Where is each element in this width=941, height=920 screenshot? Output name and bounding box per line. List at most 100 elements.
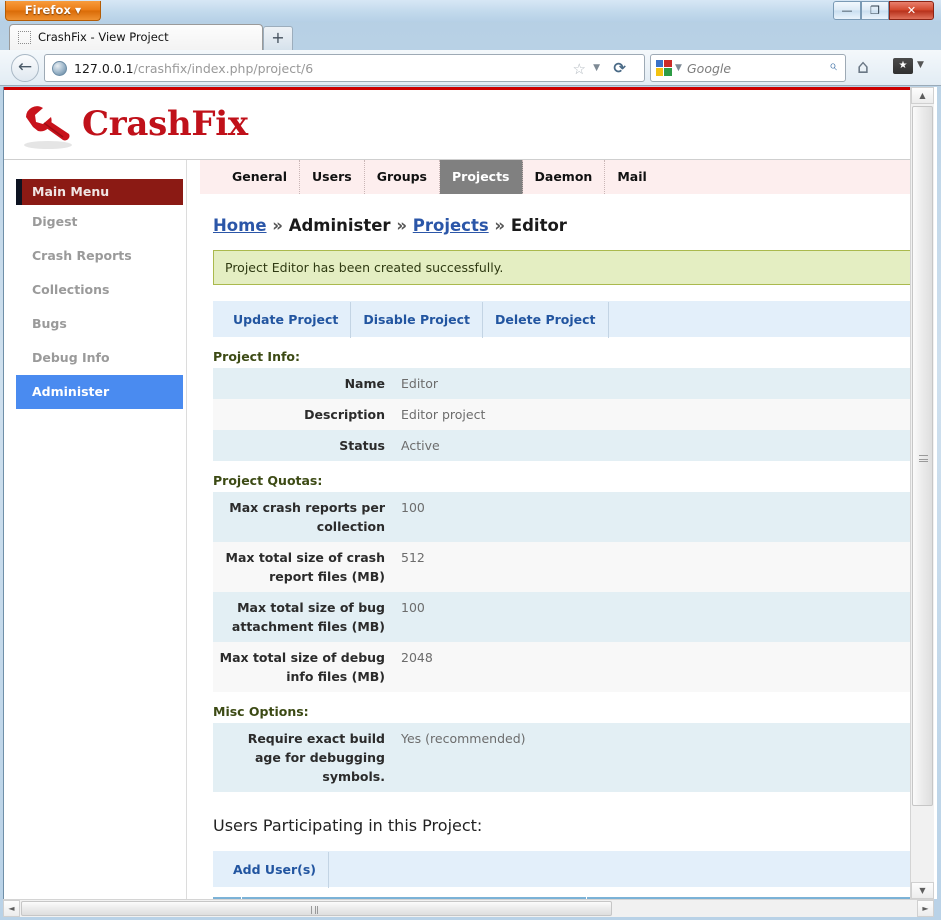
favicon-placeholder-icon (18, 31, 31, 44)
row-value: Yes (recommended) (401, 731, 526, 746)
sidebar-header: Main Menu (16, 179, 183, 205)
reload-icon[interactable]: ⟳ (613, 59, 626, 77)
sidebar-item-bugs[interactable]: Bugs (16, 307, 183, 341)
address-bar-url: 127.0.0.1/crashfix/index.php/project/6 (74, 55, 313, 81)
chevron-down-icon[interactable]: ▼ (917, 60, 924, 70)
horizontal-scrollbar[interactable]: ◄ ► (3, 899, 934, 917)
sidebar-item-debug-info[interactable]: Debug Info (16, 341, 183, 375)
back-button[interactable]: ← (11, 54, 39, 82)
url-path: /crashfix/index.php/project/6 (133, 61, 314, 76)
search-input-placeholder: Google (687, 61, 732, 76)
row-value: 512 (401, 550, 425, 565)
search-bar[interactable]: ▼ Google ⌕ (650, 54, 846, 82)
disable-project-button[interactable]: Disable Project (351, 302, 484, 338)
table-row: Require exact build age for debugging sy… (213, 723, 924, 792)
site-header: CrashFix (4, 90, 910, 160)
row-value: Active (401, 438, 440, 453)
row-label: Max total size of debug info files (MB) (219, 650, 385, 684)
delete-project-button[interactable]: Delete Project (483, 302, 609, 338)
scrollbar-grip-icon (919, 455, 928, 462)
table-row: Max crash reports per collection 100 (213, 492, 924, 542)
row-value: Editor (401, 376, 438, 391)
project-quotas-table: Max crash reports per collection 100 Max… (213, 492, 924, 692)
window-close-button[interactable]: ✕ (889, 1, 934, 20)
row-label: Max total size of crash report files (MB… (225, 550, 385, 584)
breadcrumb-separator: » (272, 216, 283, 235)
browser-tabstrip: CrashFix - View Project + (0, 22, 941, 50)
tab-projects[interactable]: Projects (440, 160, 523, 194)
flash-success-message: Project Editor has been created successf… (213, 250, 924, 285)
admin-tab-bar: General Users Groups Projects Daemon Mail (200, 160, 911, 194)
browser-tab[interactable]: CrashFix - View Project (9, 24, 263, 50)
breadcrumb: Home » Administer » Projects » Editor (213, 216, 910, 235)
project-action-bar: Update Project Disable Project Delete Proj… (213, 301, 924, 338)
project-quotas-title: Project Quotas: (213, 473, 323, 488)
window-maximize-button[interactable]: ❐ (861, 1, 889, 20)
users-action-bar: Add User(s) (213, 851, 924, 888)
scroll-down-arrow-icon[interactable]: ▼ (911, 882, 934, 899)
row-label: Description (304, 407, 385, 422)
row-label: Max total size of bug attachment files (… (231, 600, 385, 634)
bookmarks-icon[interactable]: ★ (893, 58, 913, 74)
chevron-down-icon: ▼ (75, 6, 82, 15)
sidebar-item-administer[interactable]: Administer (16, 375, 183, 409)
row-label: Max crash reports per collection (229, 500, 385, 534)
row-label: Name (344, 376, 385, 391)
search-icon[interactable]: ⌕ (829, 58, 837, 74)
page-viewport: CrashFix Main Menu Digest Crash Reports … (3, 87, 937, 899)
project-info-table: Name Editor Description Editor project S… (213, 368, 924, 461)
tab-groups[interactable]: Groups (365, 160, 440, 194)
home-icon[interactable]: ⌂ (857, 56, 869, 78)
tab-users[interactable]: Users (300, 160, 365, 194)
table-row: Name Editor (213, 368, 924, 399)
bookmark-star-icon[interactable]: ☆ (573, 60, 586, 78)
breadcrumb-administer: Administer (288, 216, 391, 235)
window-titlebar: Firefox ▼ — ❐ ✕ (0, 0, 941, 22)
browser-window: Firefox ▼ — ❐ ✕ CrashFix - View Project +… (0, 0, 941, 920)
breadcrumb-current: Editor (510, 216, 567, 235)
project-info-title: Project Info: (213, 349, 300, 364)
scroll-left-arrow-icon[interactable]: ◄ (3, 900, 20, 917)
update-project-button[interactable]: Update Project (233, 302, 352, 338)
breadcrumb-link-home[interactable]: Home (213, 216, 267, 235)
add-users-button[interactable]: Add User(s) (233, 852, 330, 888)
address-bar[interactable]: 127.0.0.1/crashfix/index.php/project/6 ☆… (44, 54, 645, 82)
table-row: Max total size of crash report files (MB… (213, 542, 924, 592)
globe-icon (52, 61, 67, 76)
wrench-logo-icon (24, 106, 72, 149)
table-row: Description Editor project (213, 399, 924, 430)
firefox-app-menu-button[interactable]: Firefox ▼ (5, 1, 101, 21)
site-brand-name: CrashFix (82, 104, 248, 144)
google-logo-icon (656, 60, 672, 76)
misc-options-table: Require exact build age for debugging sy… (213, 723, 924, 792)
row-label: Require exact build age for debugging sy… (247, 731, 385, 784)
sidebar-item-digest[interactable]: Digest (16, 205, 183, 239)
misc-options-title: Misc Options: (213, 704, 309, 719)
horizontal-scrollbar-thumb[interactable] (21, 901, 612, 916)
vertical-scrollbar-thumb[interactable] (912, 106, 933, 806)
window-minimize-button[interactable]: — (833, 1, 861, 20)
sidebar-item-collections[interactable]: Collections (16, 273, 183, 307)
scroll-up-arrow-icon[interactable]: ▲ (911, 87, 934, 104)
row-value: 100 (401, 600, 425, 615)
table-row: Max total size of debug info files (MB) … (213, 642, 924, 692)
new-tab-button[interactable]: + (263, 26, 293, 50)
row-value: 100 (401, 500, 425, 515)
sidebar-item-crash-reports[interactable]: Crash Reports (16, 239, 183, 273)
breadcrumb-separator: » (494, 216, 506, 235)
row-label: Status (339, 438, 385, 453)
browser-tab-title: CrashFix - View Project (38, 30, 169, 44)
scroll-right-arrow-icon[interactable]: ► (917, 900, 934, 917)
breadcrumb-separator: » (396, 216, 407, 235)
chevron-down-icon[interactable]: ▼ (593, 63, 600, 73)
tab-mail[interactable]: Mail (605, 160, 658, 194)
browser-navigation-toolbar: ← 127.0.0.1/crashfix/index.php/project/6… (0, 50, 941, 86)
users-section-title: Users Participating in this Project: (213, 816, 483, 835)
sidebar: Main Menu Digest Crash Reports Collectio… (16, 179, 183, 409)
tab-general[interactable]: General (220, 160, 300, 194)
tab-daemon[interactable]: Daemon (523, 160, 606, 194)
vertical-scrollbar[interactable]: ▲ ▼ (910, 87, 934, 899)
breadcrumb-link-projects[interactable]: Projects (413, 216, 489, 235)
chevron-down-icon[interactable]: ▼ (675, 63, 682, 73)
table-row: Status Active (213, 430, 924, 461)
